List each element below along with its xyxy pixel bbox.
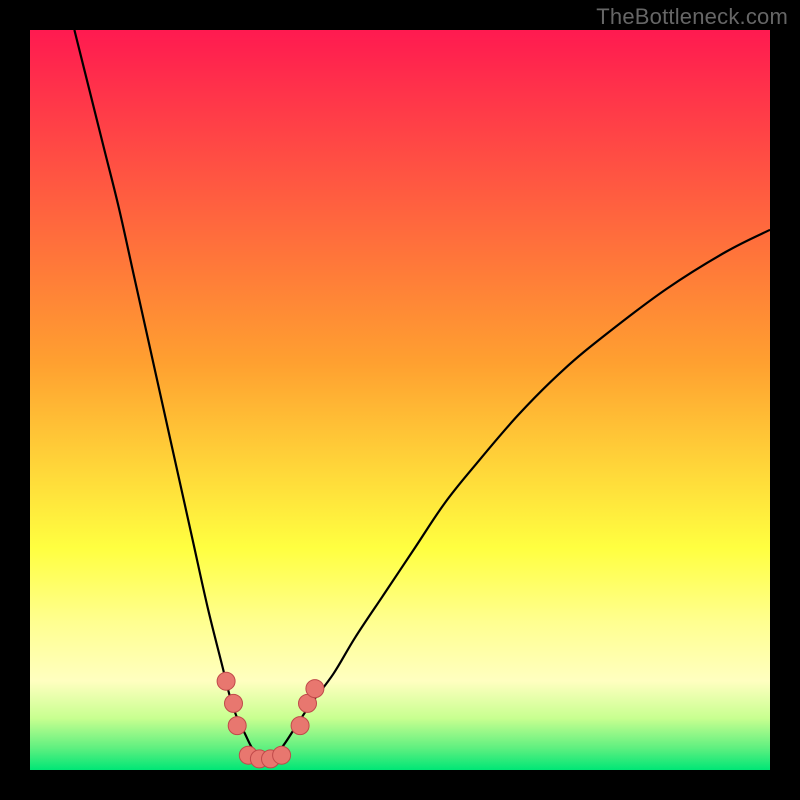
data-marker (306, 680, 324, 698)
watermark-text: TheBottleneck.com (596, 4, 788, 30)
gradient-background (30, 30, 770, 770)
data-marker (228, 717, 246, 735)
data-marker (273, 746, 291, 764)
data-marker (291, 717, 309, 735)
plot-svg (30, 30, 770, 770)
plot-area (30, 30, 770, 770)
data-marker (225, 694, 243, 712)
chart-frame: TheBottleneck.com (0, 0, 800, 800)
data-marker (217, 672, 235, 690)
